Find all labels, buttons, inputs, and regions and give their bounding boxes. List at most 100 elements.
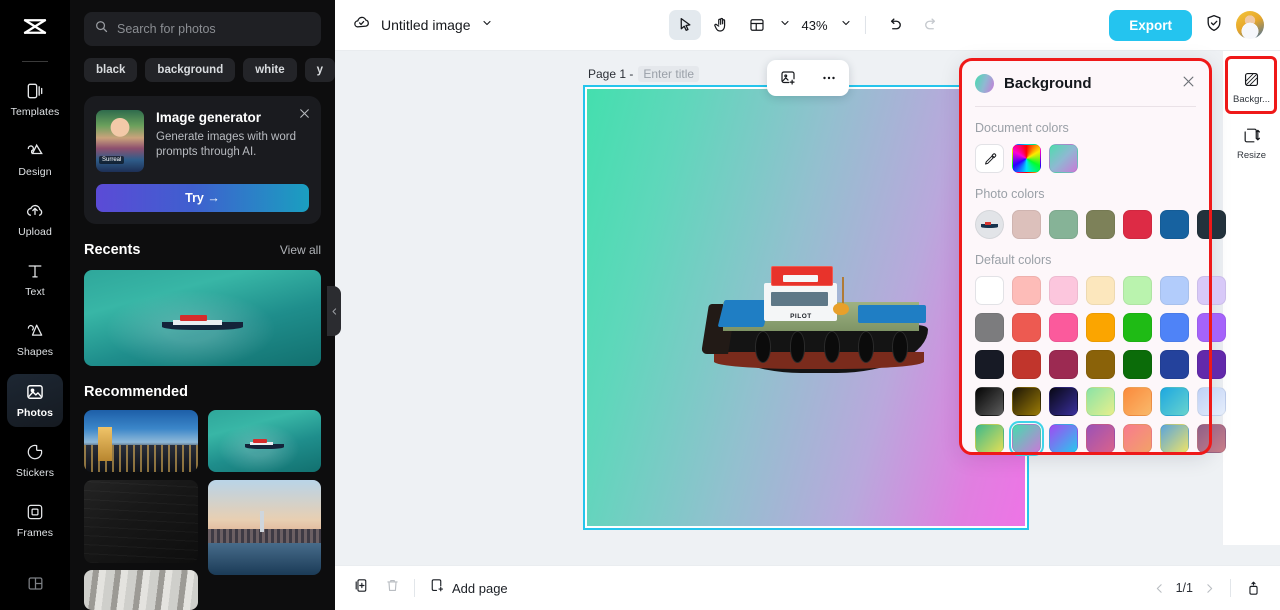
default-color-swatch[interactable] [975,387,1004,416]
photo-color-swatch[interactable] [1160,210,1189,239]
default-color-swatch[interactable] [1012,313,1041,342]
default-color-swatch[interactable] [1049,350,1078,379]
default-color-swatch[interactable] [1123,276,1152,305]
background-panel-header: Background [975,60,1196,106]
default-color-swatch[interactable] [1197,276,1226,305]
sidebar-item-templates[interactable]: Templates [7,73,63,126]
default-color-swatch[interactable] [1160,350,1189,379]
sidebar-item-text[interactable]: Text [7,253,63,306]
zoom-chevron-down-icon[interactable] [840,16,852,34]
default-color-swatch[interactable] [1049,387,1078,416]
sidebar-item-stickers[interactable]: Stickers [7,434,63,487]
close-icon[interactable] [1181,74,1196,94]
panel-collapse-handle[interactable] [327,286,341,336]
zoom-level-label[interactable]: 43% [801,18,827,33]
canvas-page[interactable]: PILOT [587,89,1025,526]
recommended-photo-stone[interactable] [84,570,198,610]
default-color-swatch[interactable] [1197,350,1226,379]
search-bar[interactable] [84,12,321,46]
right-rail-item-background[interactable]: Backgr... [1226,61,1278,113]
delete-page-button[interactable] [384,577,401,599]
default-color-swatch[interactable] [1197,313,1226,342]
default-color-swatch[interactable] [1086,313,1115,342]
photo-color-swatch[interactable] [1012,210,1041,239]
add-page-button[interactable]: Add page [428,577,508,599]
sidebar-item-frames[interactable]: Frames [7,494,63,547]
default-color-swatch[interactable] [1160,424,1189,453]
layout-chevron-down-icon[interactable] [778,16,790,34]
chevron-down-icon[interactable] [481,16,493,34]
recommended-photo-chalkboard[interactable] [84,480,198,563]
ellipsis-icon[interactable] [820,69,838,87]
default-color-swatch[interactable] [1123,350,1152,379]
layout-tool-button[interactable] [740,10,772,40]
default-color-swatch[interactable] [1123,424,1152,453]
photo-color-swatch[interactable] [1123,210,1152,239]
photo-color-swatch[interactable] [1197,210,1226,239]
default-color-swatch[interactable] [1049,424,1078,453]
default-color-swatch[interactable] [1197,424,1226,453]
promo-try-button[interactable]: Try → [96,184,309,212]
default-color-swatch[interactable] [1086,424,1115,453]
sidebar-item-shapes[interactable]: Shapes [7,313,63,366]
export-button[interactable]: Export [1109,9,1192,41]
close-icon[interactable] [298,107,311,125]
page-title-input[interactable]: Enter title [638,66,700,82]
default-color-swatch[interactable] [1009,421,1044,456]
sidebar-item-photos[interactable]: Photos [7,373,63,427]
recommended-photo-skyline[interactable] [207,480,321,575]
default-color-swatch[interactable] [975,313,1004,342]
view-all-link[interactable]: View all [280,243,321,257]
avatar[interactable] [1236,11,1264,39]
undo-button[interactable] [879,10,911,40]
default-color-swatch[interactable] [1197,387,1226,416]
shield-check-icon[interactable] [1204,13,1224,38]
sidebar-item-design[interactable]: Design [7,133,63,186]
tag-background[interactable]: background [145,58,236,82]
default-color-swatch[interactable] [1123,313,1152,342]
chevron-left-icon[interactable] [1153,582,1166,595]
redo-button[interactable] [915,10,947,40]
document-name-control[interactable]: Untitled image [352,13,493,37]
default-color-swatch[interactable] [1160,313,1189,342]
photo-color-swatch[interactable] [1086,210,1115,239]
default-color-swatch[interactable] [1123,387,1152,416]
default-color-swatch[interactable] [975,276,1004,305]
photo-color-swatch[interactable] [1049,210,1078,239]
chevron-right-icon[interactable] [1203,582,1216,595]
search-input[interactable] [117,22,311,36]
default-color-swatch[interactable] [1086,276,1115,305]
default-color-swatch[interactable] [1012,276,1041,305]
tag-partial[interactable]: y [304,58,335,82]
eyedropper-tool[interactable] [975,144,1004,173]
duplicate-page-button[interactable] [353,577,370,599]
tag-white[interactable]: white [243,58,297,82]
tugboat-artwork[interactable]: PILOT [701,266,933,374]
image-plus-icon[interactable] [779,69,797,87]
capcut-logo-icon[interactable] [20,14,50,49]
tag-black[interactable]: black [84,58,138,82]
hand-tool-button[interactable] [704,10,736,40]
right-rail-item-resize[interactable]: Resize [1226,117,1278,169]
background-preview-swatch[interactable] [975,73,994,93]
default-color-swatch[interactable] [1012,350,1041,379]
default-color-swatch[interactable] [975,350,1004,379]
default-color-swatch[interactable] [1049,313,1078,342]
document-gradient-swatch[interactable] [1049,144,1078,173]
sidebar-item-upload[interactable]: Upload [7,193,63,246]
default-color-swatch[interactable] [1049,276,1078,305]
color-wheel-swatch[interactable] [1012,144,1041,173]
recent-photo-boat[interactable] [84,270,321,366]
sidebar-item-more[interactable] [7,557,63,610]
photo-source-thumb[interactable] [975,210,1004,239]
default-color-swatch[interactable] [975,424,1004,453]
recommended-photo-city[interactable] [84,410,198,472]
default-color-swatch[interactable] [1086,387,1115,416]
select-tool-button[interactable] [668,10,701,40]
default-color-swatch[interactable] [1086,350,1115,379]
recommended-photo-boat[interactable] [207,410,321,472]
default-color-swatch[interactable] [1160,276,1189,305]
default-color-swatch[interactable] [1160,387,1189,416]
default-color-swatch[interactable] [1012,387,1041,416]
panel-toggle-icon[interactable] [1245,580,1262,597]
